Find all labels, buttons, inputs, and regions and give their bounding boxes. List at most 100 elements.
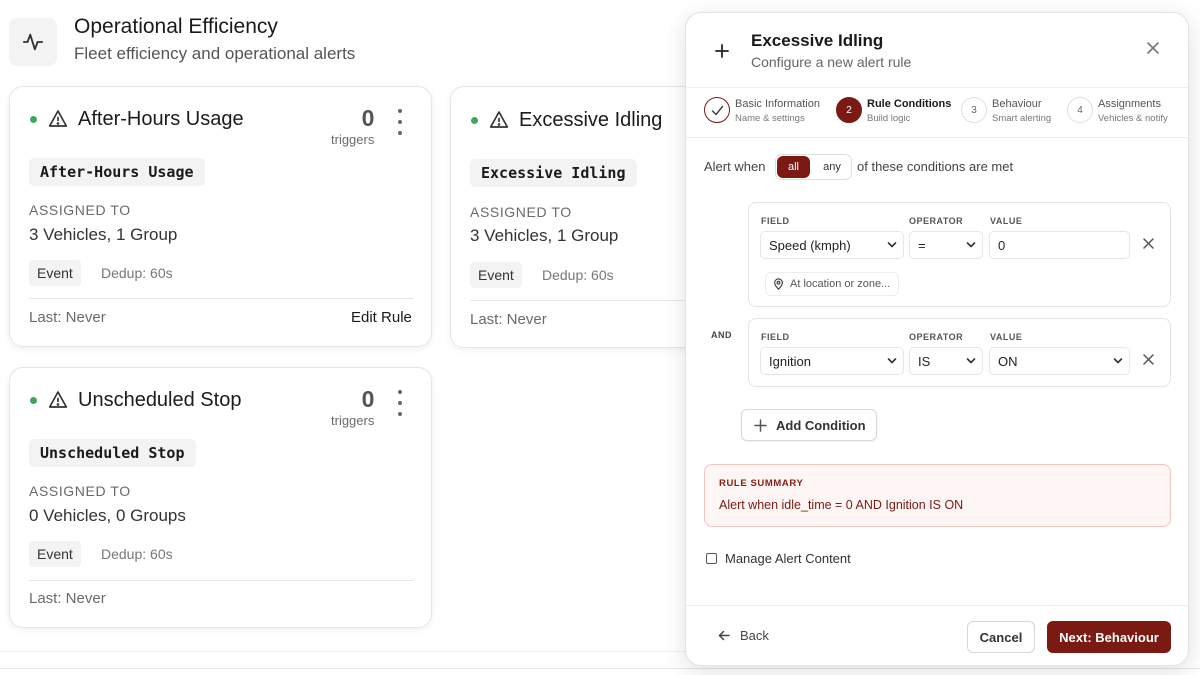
location-filter-button[interactable]: At location or zone... xyxy=(765,272,900,296)
step-number: 2 xyxy=(836,97,862,123)
check-icon xyxy=(704,97,730,123)
match-any-option[interactable]: any xyxy=(814,156,850,178)
map-pin-icon xyxy=(774,278,783,290)
condition-row: FIELD OPERATOR VALUE Ignition IS ON xyxy=(748,318,1171,387)
status-dot xyxy=(30,116,37,123)
assigned-value: 0 Vehicles, 0 Groups xyxy=(29,506,186,525)
warning-icon xyxy=(489,110,509,134)
chevron-down-icon xyxy=(1113,358,1123,364)
event-chip: Event xyxy=(29,260,81,286)
field-label: FIELD xyxy=(761,216,790,226)
card-divider xyxy=(29,298,414,299)
arrow-left-icon xyxy=(718,630,730,641)
location-filter-label: At location or zone... xyxy=(790,278,891,290)
page-header: Operational Efficiency Fleet efficiency … xyxy=(9,15,669,66)
page-subtitle: Fleet efficiency and operational alerts xyxy=(74,44,356,63)
last-triggered: Last: Never xyxy=(29,309,106,326)
rule-code-chip: After-Hours Usage xyxy=(29,158,205,186)
dedup-text: Dedup: 60s xyxy=(101,265,173,281)
footer-divider xyxy=(686,605,1190,606)
operator-label: OPERATOR xyxy=(909,332,964,342)
next-behaviour-button[interactable]: Next: Behaviour xyxy=(1047,621,1171,653)
page-title: Operational Efficiency xyxy=(74,15,278,38)
operator-select-value: IS xyxy=(918,353,931,369)
dedup-text: Dedup: 60s xyxy=(542,267,614,283)
manage-alert-content-checkbox[interactable] xyxy=(706,553,717,564)
remove-condition-icon[interactable] xyxy=(1143,354,1154,365)
field-select[interactable]: Ignition xyxy=(760,347,904,375)
field-select-value: Ignition xyxy=(769,353,811,369)
trigger-count: 0 xyxy=(361,386,375,412)
step-number: 4 xyxy=(1067,97,1093,123)
chevron-down-icon xyxy=(887,358,897,364)
divider xyxy=(0,668,1200,669)
card-title: Excessive Idling xyxy=(519,109,663,131)
assigned-label: ASSIGNED TO xyxy=(29,483,131,499)
field-label: FIELD xyxy=(761,332,790,342)
step-subtitle: Name & settings xyxy=(735,113,805,124)
field-select[interactable]: Speed (kmph) xyxy=(760,231,904,259)
value-input-text: 0 xyxy=(998,237,1006,253)
plus-icon xyxy=(754,418,767,432)
match-all-option[interactable]: all xyxy=(777,156,810,178)
assigned-value: 3 Vehicles, 1 Group xyxy=(470,226,619,245)
activity-icon xyxy=(9,18,57,66)
field-select-value: Speed (kmph) xyxy=(769,237,851,253)
operator-select[interactable]: = xyxy=(909,231,983,259)
rule-summary: RULE SUMMARY Alert when idle_time = 0 AN… xyxy=(704,464,1171,527)
step-subtitle: Vehicles & notify xyxy=(1098,113,1168,124)
alert-card[interactable]: Unscheduled Stop 0 triggers Unscheduled … xyxy=(9,367,432,628)
remove-condition-icon[interactable] xyxy=(1143,238,1154,249)
value-label: VALUE xyxy=(990,216,1023,226)
alert-card[interactable]: After-Hours Usage 0 triggers After-Hours… xyxy=(9,86,432,347)
more-options-icon[interactable] xyxy=(392,109,408,135)
last-triggered: Last: Never xyxy=(29,590,106,607)
and-connector: AND xyxy=(711,330,732,340)
assigned-label: ASSIGNED TO xyxy=(470,204,572,220)
plus-icon xyxy=(708,37,736,65)
rule-summary-text: Alert when idle_time = 0 AND Ignition IS… xyxy=(719,498,964,512)
step-title: Behaviour xyxy=(992,98,1042,110)
value-select[interactable]: ON xyxy=(989,347,1130,375)
divider xyxy=(0,651,690,652)
rule-editor-modal: Excessive Idling Configure a new alert r… xyxy=(685,12,1190,666)
rule-code-chip: Unscheduled Stop xyxy=(29,439,196,467)
add-condition-button[interactable]: Add Condition xyxy=(741,409,877,441)
step-title: Assignments xyxy=(1098,98,1161,110)
rule-summary-label: RULE SUMMARY xyxy=(719,478,804,489)
modal-subtitle: Configure a new alert rule xyxy=(751,54,912,70)
edit-rule-link[interactable]: Edit Rule xyxy=(351,309,412,326)
operator-select[interactable]: IS xyxy=(909,347,983,375)
chevron-down-icon xyxy=(887,242,897,248)
warning-icon xyxy=(48,390,68,414)
step-number: 3 xyxy=(961,97,987,123)
trigger-count: 0 xyxy=(361,105,375,131)
conditions-suffix: of these conditions are met xyxy=(857,159,1014,174)
close-icon[interactable] xyxy=(1146,41,1162,57)
event-chip: Event xyxy=(470,262,522,288)
status-dot xyxy=(30,397,37,404)
step-title: Basic Information xyxy=(735,98,820,110)
more-options-icon[interactable] xyxy=(392,390,408,416)
value-label: VALUE xyxy=(990,332,1023,342)
warning-icon xyxy=(48,109,68,133)
cancel-button[interactable]: Cancel xyxy=(967,621,1035,653)
value-input[interactable]: 0 xyxy=(989,231,1130,259)
card-title: After-Hours Usage xyxy=(78,108,244,130)
step-title: Rule Conditions xyxy=(867,98,952,110)
back-button[interactable]: Back xyxy=(718,628,769,643)
event-chip: Event xyxy=(29,541,81,567)
step-subtitle: Build logic xyxy=(867,113,911,124)
modal-title: Excessive Idling xyxy=(751,31,884,50)
manage-alert-content-option[interactable]: Manage Alert Content xyxy=(706,551,851,566)
condition-row: FIELD OPERATOR VALUE Speed (kmph) = 0 At… xyxy=(748,202,1171,307)
dedup-text: Dedup: 60s xyxy=(101,546,173,562)
manage-alert-content-label: Manage Alert Content xyxy=(725,551,851,566)
assigned-value: 3 Vehicles, 1 Group xyxy=(29,225,178,244)
trigger-count-label: triggers xyxy=(331,413,375,428)
stepper-divider xyxy=(686,137,1190,138)
step-subtitle: Smart alerting xyxy=(992,113,1052,124)
value-select-value: ON xyxy=(998,353,1018,369)
chevron-down-icon xyxy=(966,358,976,364)
card-divider xyxy=(29,580,414,581)
